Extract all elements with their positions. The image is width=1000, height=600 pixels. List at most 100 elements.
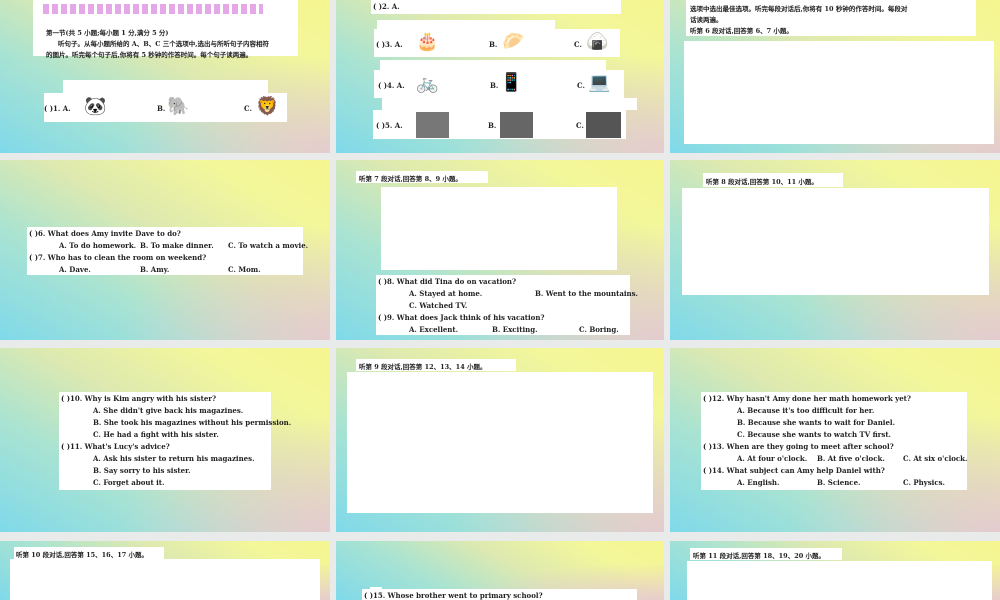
instruction-text: 的图片。听完每个句子后,你将有 5 秒钟的作答时间。每个句子读两遍。 xyxy=(46,51,253,59)
slide-thumbnail-7[interactable]: ( )10. Why is Kim angry with his sister?… xyxy=(0,348,330,532)
blank-picture-area xyxy=(381,187,617,270)
question-box: ( )2. A. xyxy=(371,0,621,14)
option: B. Because she wants to wait for Daniel. xyxy=(737,418,896,427)
question-1: ( )1. A. xyxy=(44,104,71,113)
question-box xyxy=(63,80,268,94)
picture-a xyxy=(416,112,449,138)
blank-picture-area xyxy=(687,561,992,600)
question-6: ( )6. What does Amy invite Dave to do? xyxy=(29,229,181,238)
header-box: 听第 8 段对话,回答第 10、11 小题。 xyxy=(703,173,843,187)
option-b: B. xyxy=(488,121,497,130)
instruction-text: 听句子。从每小题所给的 A、B、C 三个选项中,选出与所听句子内容相符 xyxy=(58,40,269,48)
instruction-text: 选项中选出最佳选项。听完每段对话后,你将有 10 秒钟的作答时间。每段对 xyxy=(690,5,908,13)
option: B. Amy. xyxy=(140,265,170,274)
zongzi-image: 🍙 xyxy=(586,31,609,52)
option: A. Ask his sister to return his magazine… xyxy=(93,454,255,463)
option-b: B. xyxy=(489,40,498,49)
question-12: ( )12. Why hasn't Amy done her math home… xyxy=(703,394,912,403)
option: C. Forget about it. xyxy=(93,478,165,487)
blank-picture-area xyxy=(682,188,989,295)
option: C. Because she wants to watch TV first. xyxy=(737,430,891,439)
option: A. Stayed at home. xyxy=(409,289,483,298)
mooncake-image: 🎂 xyxy=(416,31,439,52)
slide-thumbnail-11[interactable]: ( )15. Whose brother went to primary sch… xyxy=(336,541,664,600)
question-2: ( )2. A. xyxy=(373,2,400,11)
option: A. To do homework. xyxy=(59,241,137,250)
option: C. To watch a movie. xyxy=(228,241,309,250)
section-header: 听第 9 段对话,回答第 12、13、14 小题。 xyxy=(359,363,487,371)
question-box: ( )5. A. B. C. xyxy=(373,110,626,139)
lion-image: 🦁 xyxy=(256,96,279,117)
question-14: ( )14. What subject can Amy help Daniel … xyxy=(703,466,885,475)
option: A. English. xyxy=(737,478,780,487)
option: B. Say sorry to his sister. xyxy=(93,466,191,475)
option: B. Science. xyxy=(817,478,861,487)
option-c: C. xyxy=(576,121,584,130)
section-header: 听第 7 段对话,回答第 8、9 小题。 xyxy=(359,175,462,183)
header-box: 听第 11 段对话,回答第 18、19、20 小题。 xyxy=(690,548,842,560)
slide-thumbnail-6[interactable]: 听第 8 段对话,回答第 10、11 小题。 xyxy=(670,160,1000,340)
question-box: ( )15. Whose brother went to primary sch… xyxy=(362,589,637,600)
option: B. She took his magazines without his pe… xyxy=(93,418,292,427)
blank-picture-area xyxy=(10,559,320,600)
slide-thumbnail-10[interactable]: 听第 10 段对话,回答第 15、16、17 小题。 xyxy=(0,541,330,600)
option: B. To make dinner. xyxy=(140,241,214,250)
section-header: 听第 8 段对话,回答第 10、11 小题。 xyxy=(706,178,818,186)
option: B. At five o'clock. xyxy=(817,454,885,463)
question-15: ( )15. Whose brother went to primary sch… xyxy=(364,591,543,600)
question-4: ( )4. A. xyxy=(378,81,405,90)
question-8: ( )8. What did Tina do on vacation? xyxy=(378,277,517,286)
option-c: C. xyxy=(577,81,585,90)
slide-thumbnail-5[interactable]: 听第 7 段对话,回答第 8、9 小题。 ( )8. What did Tina… xyxy=(336,160,664,340)
option: C. Watched TV. xyxy=(409,301,468,310)
elephant-image: 🐘 xyxy=(167,96,190,117)
section-header: 听第 11 段对话,回答第 18、19、20 小题。 xyxy=(693,552,825,560)
questions-box: ( )10. Why is Kim angry with his sister?… xyxy=(59,392,291,490)
question-11: ( )11. What's Lucy's advice? xyxy=(61,442,170,451)
header-box: 听第 7 段对话,回答第 8、9 小题。 xyxy=(356,171,488,183)
section-header: 听第 6 段对话,回答第 6、7 小题。 xyxy=(690,27,793,35)
option: A. Dave. xyxy=(59,265,91,274)
instructions-box: 第一节(共 5 小题;每小题 1 分,满分 5 分) 听句子。从每小题所给的 A… xyxy=(33,0,298,59)
option-b: B. xyxy=(157,104,166,113)
option-c: C. xyxy=(244,104,252,113)
bicycle-image: 🚲 xyxy=(416,73,439,94)
questions-box: ( )6. What does Amy invite Dave to do? A… xyxy=(27,227,308,275)
option: A. She didn't give back his magazines. xyxy=(93,406,244,415)
question-box xyxy=(382,98,637,110)
slide-thumbnail-3[interactable]: 选项中选出最佳选项。听完每段对话后,你将有 10 秒钟的作答时间。每段对 话读两… xyxy=(670,0,1000,153)
slide-thumbnail-2[interactable]: ( )2. A. ( )3. A. 🎂 B. 🥟 C. 🍙 ( )4. A. 🚲… xyxy=(336,0,664,153)
option: A. Excellent. xyxy=(409,325,459,334)
questions-box: ( )12. Why hasn't Amy done her math home… xyxy=(701,392,967,490)
slide-thumbnail-4[interactable]: ( )6. What does Amy invite Dave to do? A… xyxy=(0,160,330,340)
question-10: ( )10. Why is Kim angry with his sister? xyxy=(61,394,217,403)
questions-box: ( )8. What did Tina do on vacation? A. S… xyxy=(376,275,638,335)
question-5: ( )5. A. xyxy=(376,121,403,130)
slide-thumbnail-12[interactable]: 听第 11 段对话,回答第 18、19、20 小题。 xyxy=(670,541,1000,600)
question-9: ( )9. What does Jack think of his vacati… xyxy=(378,313,545,322)
option: A. Because it's too difficult for her. xyxy=(737,406,875,415)
question-box xyxy=(380,60,606,70)
slide-thumbnail-9[interactable]: ( )12. Why hasn't Amy done her math home… xyxy=(670,348,1000,532)
question-7: ( )7. Who has to clean the room on weeke… xyxy=(29,253,207,262)
option: A. At four o'clock. xyxy=(737,454,808,463)
computer-image: 💻 xyxy=(588,72,611,93)
slide-thumbnail-1[interactable]: 第一节(共 5 小题;每小题 1 分,满分 5 分) 听句子。从每小题所给的 A… xyxy=(0,0,330,153)
option-c: C. xyxy=(574,40,582,49)
blurred-text xyxy=(43,4,263,14)
option: B. Went to the mountains. xyxy=(535,289,638,298)
question-3: ( )3. A. xyxy=(376,40,403,49)
section-header: 听第 10 段对话,回答第 15、16、17 小题。 xyxy=(16,551,148,559)
blank-picture-area xyxy=(684,41,994,144)
option: C. At six o'clock. xyxy=(903,454,968,463)
dumplings-image: 🥟 xyxy=(502,31,525,52)
option: C. He had a fight with his sister. xyxy=(93,430,219,439)
option-b: B. xyxy=(490,81,499,90)
option: C. Boring. xyxy=(579,325,619,334)
instruction-text: 话读两遍。 xyxy=(690,16,723,24)
question-box: ( )1. A. 🐼 B. 🐘 C. 🦁 xyxy=(44,93,287,122)
question-13: ( )13. When are they going to meet after… xyxy=(703,442,894,451)
slide-thumbnail-8[interactable]: 听第 9 段对话,回答第 12、13、14 小题。 xyxy=(336,348,664,532)
phone-image: 📱 xyxy=(500,72,523,93)
instructions-box: 选项中选出最佳选项。听完每段对话后,你将有 10 秒钟的作答时间。每段对 话读两… xyxy=(686,0,976,36)
